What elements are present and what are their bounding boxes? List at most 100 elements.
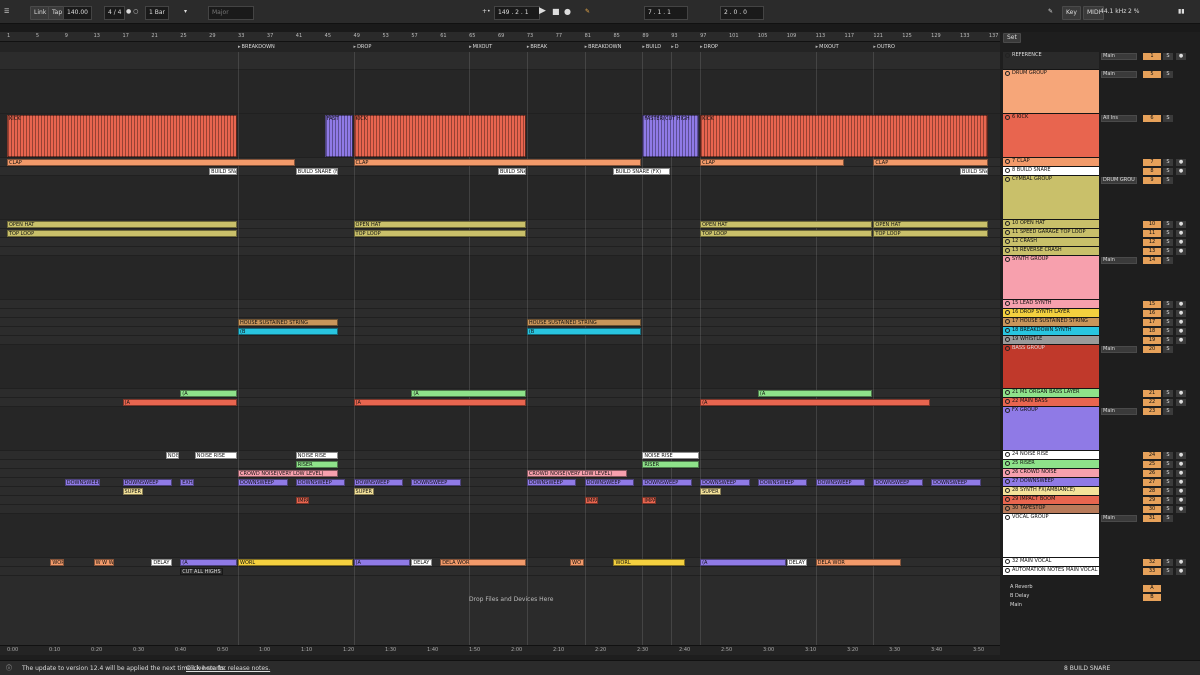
clip[interactable]: CROWD NOISE(VERY LOW LEVEL) [238, 470, 339, 477]
track-header[interactable]: DRUM GROUP Main 5 S [1001, 70, 1200, 114]
solo-button[interactable]: S [1163, 515, 1173, 522]
track-lane[interactable] [0, 247, 1000, 256]
clip[interactable]: TOP LOOP [700, 230, 873, 237]
track-header[interactable]: 12 CRASH 12 S ● [1001, 238, 1200, 247]
solo-button[interactable]: S [1163, 497, 1173, 504]
clip[interactable]: IMPA [584, 497, 599, 504]
clip[interactable]: TOP LOOP [353, 230, 526, 237]
fold-icon[interactable] [1005, 221, 1010, 226]
solo-button[interactable]: S [1163, 301, 1173, 308]
solo-button[interactable]: S [1163, 408, 1173, 415]
fold-icon[interactable] [1005, 257, 1010, 262]
arm-record-icon[interactable]: ● [1176, 239, 1186, 246]
arm-record-icon[interactable]: ● [1176, 310, 1186, 317]
track-activator[interactable]: 21 [1143, 390, 1161, 397]
clip[interactable]: DOWNSWEEP [584, 479, 635, 486]
fold-icon[interactable] [1005, 328, 1010, 333]
track-activator[interactable]: 28 [1143, 488, 1161, 495]
key-map-button[interactable]: Key [1062, 6, 1081, 20]
track-activator[interactable]: 10 [1143, 221, 1161, 228]
track-activator[interactable]: 14 [1143, 257, 1161, 264]
track-activator[interactable]: 20 [1143, 346, 1161, 353]
output-select[interactable]: Main [1101, 71, 1137, 78]
clip[interactable]: DOWNSWEEP [700, 479, 750, 486]
arrangement-position-field[interactable]: 149 . 2 . 1 [494, 6, 540, 20]
clip[interactable]: FASTER(CUT HIGH [642, 115, 700, 157]
solo-button[interactable]: S [1163, 488, 1173, 495]
solo-button[interactable]: S [1163, 230, 1173, 237]
track-header[interactable]: 28 SYNTH FX(AMBIANCE) 28 S ● [1001, 487, 1200, 496]
track-lane[interactable] [0, 336, 1000, 345]
clip[interactable]: BUILD SNAR [209, 168, 238, 175]
track-header[interactable]: 19 WHISTLE 19 S ● [1001, 336, 1200, 345]
output-select[interactable]: Main [1101, 346, 1137, 353]
track-lane[interactable] [0, 300, 1000, 309]
clip[interactable]: TOP LOOP [7, 230, 238, 237]
clip[interactable]: DOWNSWEEP [873, 479, 923, 486]
follow-icon[interactable]: +• [482, 6, 491, 18]
clip[interactable]: BUILD SNARE (FX) [613, 168, 671, 175]
track-title-bar[interactable]: 13 REVERSE CRASH [1003, 247, 1099, 256]
scale-select[interactable]: Major [208, 6, 254, 20]
track-title-bar[interactable]: 24 NOISE RISE [1003, 451, 1099, 460]
clip[interactable]: BUILD SNARE (FX) [295, 168, 339, 175]
solo-button[interactable]: S [1163, 177, 1173, 184]
track-title-bar[interactable]: 25 RISER [1003, 460, 1099, 469]
clip[interactable]: SUPER C [122, 488, 144, 495]
fold-icon[interactable] [1005, 408, 1010, 413]
loop-length-field[interactable]: 2 . 0 . 0 [720, 6, 764, 20]
track-lane[interactable] [0, 496, 1000, 505]
track-activator[interactable]: 22 [1143, 399, 1161, 406]
track-header[interactable]: CYMBAL GROUP DRUM GROU 9 S [1001, 176, 1200, 220]
track-lane[interactable] [0, 407, 1000, 451]
fold-icon[interactable] [1005, 177, 1010, 182]
track-lane[interactable] [0, 318, 1000, 327]
solo-button[interactable]: S [1163, 461, 1173, 468]
solo-button[interactable]: S [1163, 310, 1173, 317]
clip[interactable]: (B [526, 328, 642, 335]
fold-icon[interactable] [1005, 168, 1010, 173]
clip[interactable]: DOWNSWEEP [353, 479, 404, 486]
solo-button[interactable]: S [1163, 53, 1173, 60]
clip[interactable]: DOWNSWEEP [122, 479, 173, 486]
clip[interactable]: DOWNSWEEP [295, 479, 346, 486]
fold-icon[interactable] [1005, 310, 1010, 315]
arm-record-icon[interactable]: ● [1176, 568, 1186, 575]
clip[interactable]: DELA WOR [440, 559, 526, 566]
fold-icon[interactable] [1005, 452, 1010, 457]
track-header[interactable]: 30 TAPESTOP 30 S ● [1001, 505, 1200, 514]
fold-icon[interactable] [1005, 230, 1010, 235]
arm-record-icon[interactable]: ● [1176, 461, 1186, 468]
clip[interactable]: (A [411, 390, 526, 397]
menu-icon[interactable]: ☰ [4, 6, 9, 18]
solo-button[interactable]: S [1163, 568, 1173, 575]
track-header[interactable]: 18 BREAKDOWN SYNTH 18 S ● [1001, 327, 1200, 336]
output-select[interactable]: Main [1101, 257, 1137, 264]
locator[interactable]: D [671, 44, 679, 50]
track-title-bar[interactable]: 11 SPEED GARAGE TOP LOOP [1003, 229, 1099, 238]
arm-record-icon[interactable]: ● [1176, 230, 1186, 237]
loop-start-field[interactable]: 7 . 1 . 1 [644, 6, 688, 20]
release-notes-link[interactable]: Click here for release notes. [186, 663, 270, 675]
track-lane[interactable] [0, 469, 1000, 478]
track-lane[interactable] [0, 345, 1000, 389]
track-title-bar[interactable]: 18 BREAKDOWN SYNTH [1003, 327, 1099, 336]
clip[interactable]: CLAP [353, 159, 642, 166]
solo-button[interactable]: S [1163, 159, 1173, 166]
clip[interactable]: WO [570, 559, 584, 566]
record-icon[interactable]: ● [564, 6, 571, 18]
clip[interactable]: (A [700, 399, 931, 406]
clip[interactable]: EXHA [180, 479, 194, 486]
solo-button[interactable]: S [1163, 115, 1173, 122]
clip[interactable]: (A [757, 390, 873, 397]
return-track[interactable]: B Delay B [1001, 593, 1200, 602]
track-activator[interactable]: 18 [1143, 328, 1161, 335]
fold-icon[interactable] [1005, 239, 1010, 244]
solo-button[interactable]: S [1163, 221, 1173, 228]
track-title-bar[interactable]: AUTOMATION NOTES MAIN VOCAL [1003, 567, 1099, 576]
track-activator[interactable]: 12 [1143, 239, 1161, 246]
clip[interactable]: IMPA [642, 497, 656, 504]
track-title-bar[interactable]: VOCAL GROUP [1003, 514, 1099, 558]
arm-record-icon[interactable]: ● [1176, 479, 1186, 486]
output-select[interactable]: DRUM GROU [1101, 177, 1137, 184]
